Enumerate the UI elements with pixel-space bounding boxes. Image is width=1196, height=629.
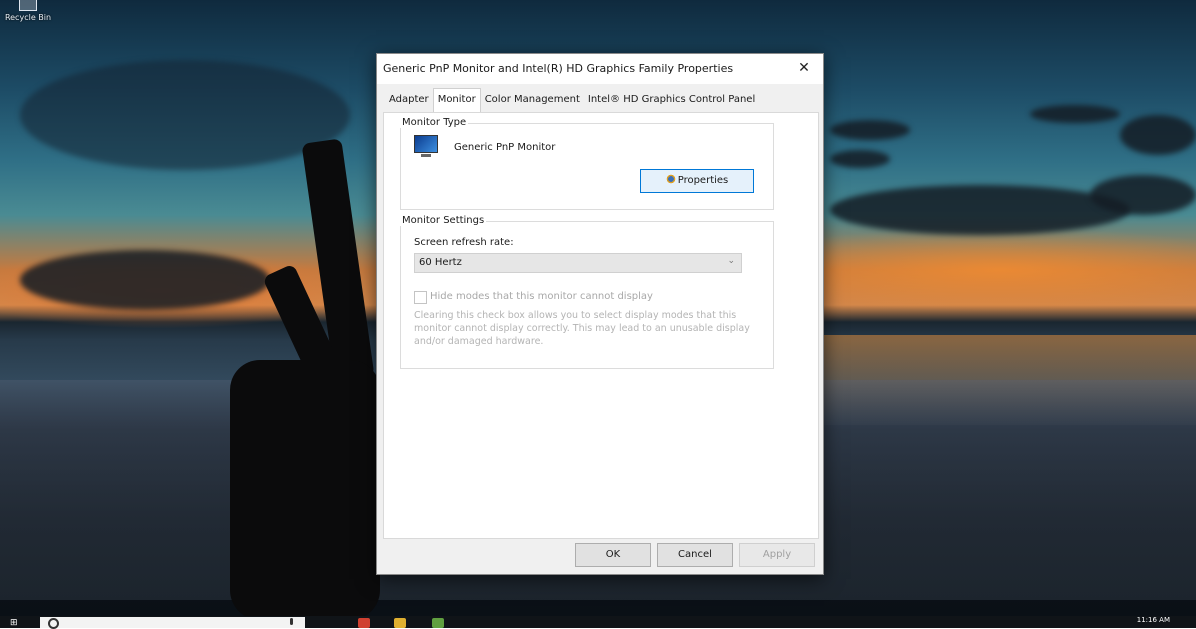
windows-start-icon[interactable]: ⊞: [10, 618, 24, 628]
monitor-properties-button[interactable]: Properties: [640, 169, 754, 193]
recycle-bin-label: Recycle Bin: [4, 13, 52, 22]
monitor-icon: [414, 135, 438, 157]
properties-gear-icon: [665, 174, 676, 184]
wallpaper-cloud: [20, 250, 270, 310]
apply-button[interactable]: Apply: [739, 543, 815, 567]
wallpaper-cloud: [20, 60, 350, 170]
microphone-icon[interactable]: [290, 618, 293, 625]
hide-modes-help-text: Clearing this check box allows you to se…: [414, 310, 750, 347]
wallpaper-driftwood: [230, 360, 380, 620]
tab-intel-graphics-control-panel[interactable]: Intel® HD Graphics Control Panel: [584, 90, 759, 112]
taskbar: ⊞ 11:16 AM: [0, 616, 1196, 629]
tab-monitor[interactable]: Monitor: [432, 88, 481, 114]
tab-color-management[interactable]: Color Management: [481, 90, 584, 112]
wallpaper-cloud: [1120, 115, 1196, 155]
dialog-titlebar[interactable]: Generic PnP Monitor and Intel(R) HD Grap…: [377, 54, 823, 84]
taskbar-search-box[interactable]: [40, 617, 305, 629]
monitor-settings-group-label: Monitor Settings: [400, 215, 487, 226]
monitor-type-group: [400, 123, 774, 210]
search-icon: [48, 618, 59, 629]
recycle-bin-icon: [19, 0, 37, 11]
taskbar-app-icon[interactable]: [394, 618, 406, 628]
refresh-rate-label: Screen refresh rate:: [414, 237, 514, 248]
close-icon[interactable]: ✕: [791, 57, 817, 79]
monitor-type-group-label: Monitor Type: [400, 117, 469, 128]
display-properties-dialog: Generic PnP Monitor and Intel(R) HD Grap…: [376, 53, 824, 575]
hide-modes-label: Hide modes that this monitor cannot disp…: [430, 291, 653, 302]
hide-modes-checkbox[interactable]: [414, 291, 427, 304]
recycle-bin-shortcut[interactable]: Recycle Bin: [4, 0, 52, 26]
ok-button[interactable]: OK: [575, 543, 651, 567]
wallpaper-cloud: [830, 150, 890, 168]
monitor-properties-button-label: Properties: [677, 175, 729, 186]
dropdown-chevron-icon: ⌄: [727, 256, 735, 266]
wallpaper-cloud: [830, 185, 1130, 235]
wallpaper-cloud: [830, 120, 910, 140]
refresh-rate-value: 60 Hertz: [419, 257, 462, 268]
taskbar-app-icon[interactable]: [358, 618, 370, 628]
taskbar-app-icon[interactable]: [432, 618, 444, 628]
monitor-name: Generic PnP Monitor: [454, 142, 556, 153]
tab-strip: Adapter Monitor Color Management Intel® …: [385, 88, 759, 114]
cancel-button[interactable]: Cancel: [657, 543, 733, 567]
dialog-title: Generic PnP Monitor and Intel(R) HD Grap…: [383, 62, 734, 75]
wallpaper-cloud: [1090, 175, 1196, 215]
refresh-rate-select[interactable]: 60 Hertz ⌄: [414, 253, 742, 273]
wallpaper-cloud: [1030, 105, 1120, 123]
monitor-tab-panel: Monitor Type Generic PnP Monitor Propert…: [383, 112, 819, 539]
taskbar-clock[interactable]: 11:16 AM: [1137, 616, 1170, 624]
tab-adapter[interactable]: Adapter: [385, 90, 433, 112]
